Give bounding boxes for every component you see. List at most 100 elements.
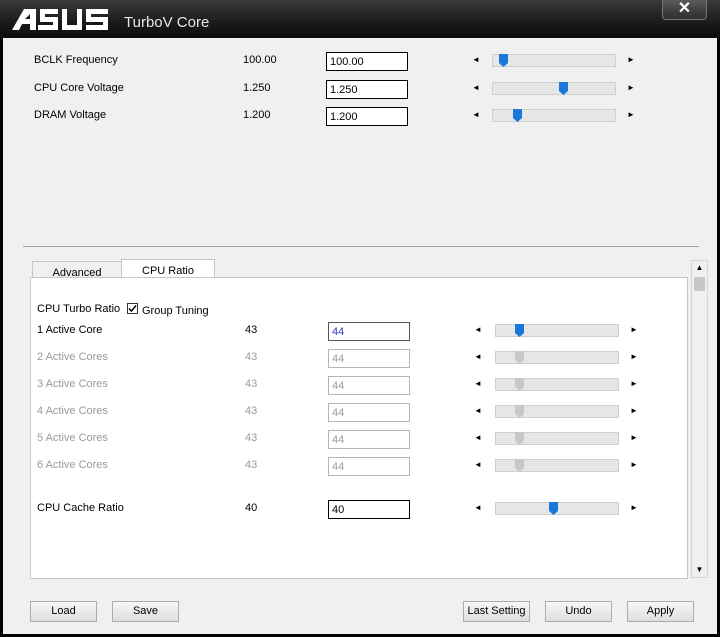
- core-ratio-3-input: [328, 376, 410, 395]
- top-setting-1: CPU Core Voltage 1.250 ◄ ►: [3, 80, 717, 100]
- top-setting-1-increase-icon[interactable]: ►: [624, 81, 638, 95]
- section-divider: [23, 246, 699, 247]
- core-ratio-4-increase-icon: ►: [630, 406, 638, 415]
- core-ratio-6-label: 6 Active Cores: [37, 459, 108, 471]
- core-ratio-3-current-value: 43: [245, 378, 258, 390]
- turbov-window: TurboV Core ✕ BCLK Frequency100.00◄►CPU …: [0, 0, 720, 637]
- scroll-up-icon[interactable]: ▲: [692, 261, 707, 275]
- cpu-cache-ratio-input[interactable]: [328, 500, 410, 519]
- top-setting-1-input[interactable]: [326, 80, 408, 99]
- core-ratio-3-decrease-icon: ◄: [474, 379, 482, 388]
- core-ratio-6-current-value: 43: [245, 459, 258, 471]
- top-setting-0-increase-icon[interactable]: ►: [624, 53, 638, 67]
- core-ratio-3-label: 3 Active Cores: [37, 378, 108, 390]
- top-setting-2-input[interactable]: [326, 107, 408, 126]
- load-button[interactable]: Load: [30, 601, 97, 622]
- group-tuning-label: Group Tuning: [142, 305, 209, 317]
- core-ratio-4: 4 Active Cores 43 ◄ ►: [31, 403, 687, 423]
- top-setting-1-current-value: 1.250: [243, 82, 271, 94]
- top-setting-0-decrease-icon[interactable]: ◄: [469, 53, 483, 67]
- core-ratio-4-current-value: 43: [245, 405, 258, 417]
- core-ratio-2-slider-thumb[interactable]: [515, 351, 524, 364]
- cpu-cache-ratio-label: CPU Cache Ratio: [37, 502, 124, 514]
- top-setting-2: DRAM Voltage 1.200 ◄ ►: [3, 107, 717, 127]
- cpu-cache-ratio-current-value: 40: [245, 502, 258, 514]
- scroll-thumb[interactable]: [694, 277, 705, 291]
- main-panel: BCLK Frequency 100.00 ◄ ► CPU Core Voltage 1.…: [3, 38, 717, 634]
- last-setting-button[interactable]: Last Setting: [463, 601, 530, 622]
- core-ratio-6-input: [328, 457, 410, 476]
- top-setting-2-decrease-icon[interactable]: ◄: [469, 108, 483, 122]
- panel-scrollbar[interactable]: ▲ ▼: [691, 260, 708, 578]
- core-ratio-6-slider-track: [495, 459, 619, 472]
- title-bar[interactable]: TurboV Core ✕: [0, 0, 720, 38]
- core-ratio-6-decrease-icon: ◄: [474, 460, 482, 469]
- core-ratio-5-increase-icon: ►: [630, 433, 638, 442]
- top-setting-0-label: BCLK Frequency: [34, 54, 118, 66]
- apply-button[interactable]: Apply: [627, 601, 694, 622]
- top-setting-1-label: CPU Core Voltage: [34, 82, 124, 94]
- cpu-cache-ratio-decrease-icon[interactable]: ◄: [471, 501, 485, 515]
- core-ratio-4-slider-track: [495, 405, 619, 418]
- top-setting-2-label: DRAM Voltage: [34, 109, 107, 121]
- scroll-down-icon[interactable]: ▼: [692, 563, 707, 577]
- cpu-cache-ratio-slider-thumb[interactable]: [549, 502, 558, 515]
- core-ratio-2: 2 Active Cores 43 ◄ ►: [31, 349, 687, 369]
- core-ratio-5-input: [328, 430, 410, 449]
- core-ratio-6: 6 Active Cores 43 ◄ ►: [31, 457, 687, 477]
- core-ratio-2-current-value: 43: [245, 351, 258, 363]
- core-ratio-6-slider-thumb[interactable]: [515, 459, 524, 472]
- core-ratio-4-slider-thumb[interactable]: [515, 405, 524, 418]
- core-ratio-6-increase-icon: ►: [630, 460, 638, 469]
- cpu-cache-ratio: CPU Cache Ratio 40 ◄ ►: [31, 500, 687, 520]
- core-ratio-3-slider-track: [495, 378, 619, 391]
- top-setting-0-slider-track[interactable]: [492, 54, 616, 67]
- top-setting-2-slider-thumb[interactable]: [513, 109, 522, 122]
- top-setting-1-decrease-icon[interactable]: ◄: [469, 81, 483, 95]
- asus-logo-icon: [12, 9, 108, 30]
- undo-button[interactable]: Undo: [545, 601, 612, 622]
- core-ratio-4-label: 4 Active Cores: [37, 405, 108, 417]
- core-ratio-2-decrease-icon: ◄: [474, 352, 482, 361]
- top-setting-2-increase-icon[interactable]: ►: [624, 108, 638, 122]
- top-setting-0-input[interactable]: [326, 52, 408, 71]
- core-ratio-1-slider-thumb[interactable]: [515, 324, 524, 337]
- top-setting-0: BCLK Frequency 100.00 ◄ ►: [3, 52, 717, 72]
- cpu-cache-ratio-increase-icon[interactable]: ►: [627, 501, 641, 515]
- core-ratio-1-current-value: 43: [245, 324, 258, 336]
- core-ratio-2-slider-track: [495, 351, 619, 364]
- core-ratio-5-decrease-icon: ◄: [474, 433, 482, 442]
- top-setting-1-slider-thumb[interactable]: [559, 82, 568, 95]
- save-button[interactable]: Save: [112, 601, 179, 622]
- core-ratio-5-label: 5 Active Cores: [37, 432, 108, 444]
- core-ratio-1-increase-icon[interactable]: ►: [627, 323, 641, 337]
- cpu-turbo-ratio-label: CPU Turbo Ratio: [37, 303, 121, 315]
- cpu-cache-ratio-slider-track[interactable]: [495, 502, 619, 515]
- core-ratio-1-decrease-icon[interactable]: ◄: [471, 323, 485, 337]
- close-button[interactable]: ✕: [662, 0, 707, 20]
- core-ratio-1: 1 Active Core 43 ◄ ►: [31, 322, 687, 342]
- core-ratio-5-slider-track: [495, 432, 619, 445]
- core-ratio-3-increase-icon: ►: [630, 379, 638, 388]
- app-title: TurboV Core: [124, 14, 210, 31]
- core-ratio-5-current-value: 43: [245, 432, 258, 444]
- core-ratio-5: 5 Active Cores 43 ◄ ►: [31, 430, 687, 450]
- core-ratio-2-input: [328, 349, 410, 368]
- core-ratio-1-slider-track[interactable]: [495, 324, 619, 337]
- top-setting-2-current-value: 1.200: [243, 109, 271, 121]
- core-ratio-1-input[interactable]: [328, 322, 410, 341]
- top-setting-0-current-value: 100.00: [243, 54, 277, 66]
- tab-label: CPU Ratio: [142, 265, 194, 277]
- checkmark-icon: [128, 305, 137, 313]
- core-ratio-3: 3 Active Cores 43 ◄ ►: [31, 376, 687, 396]
- cpu-ratio-panel: CPU Turbo Ratio Group Tuning 1 Active Co…: [30, 277, 688, 579]
- core-ratio-2-increase-icon: ►: [630, 352, 638, 361]
- core-ratio-4-decrease-icon: ◄: [474, 406, 482, 415]
- core-ratio-4-input: [328, 403, 410, 422]
- core-ratio-3-slider-thumb[interactable]: [515, 378, 524, 391]
- core-ratio-5-slider-thumb[interactable]: [515, 432, 524, 445]
- top-setting-2-slider-track[interactable]: [492, 109, 616, 122]
- top-setting-1-slider-track[interactable]: [492, 82, 616, 95]
- group-tuning-checkbox[interactable]: [127, 303, 138, 314]
- top-setting-0-slider-thumb[interactable]: [499, 54, 508, 67]
